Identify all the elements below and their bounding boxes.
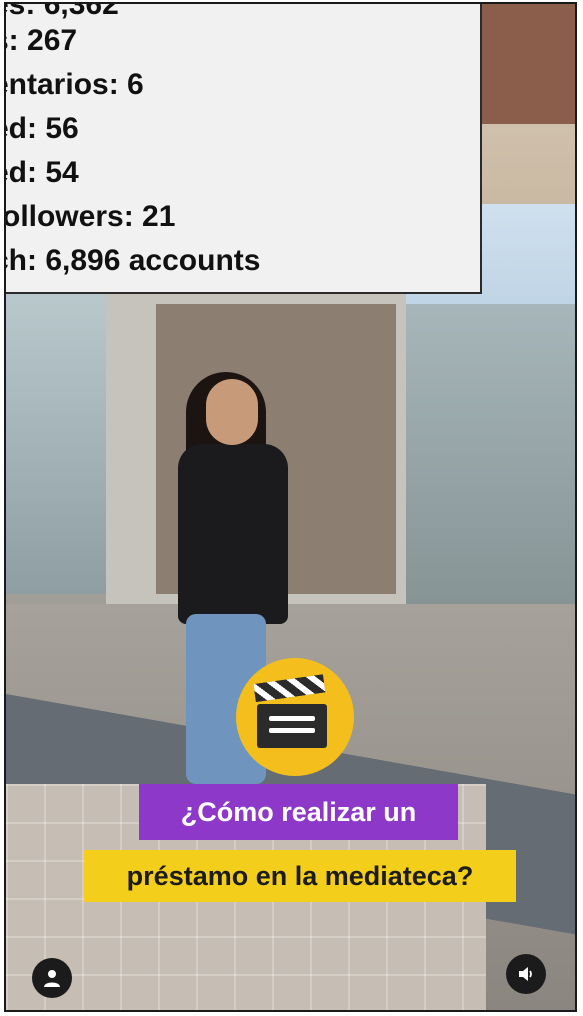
stat-saved: ed: 56 [6,112,79,145]
stat-reposted: ed: 54 [6,156,79,189]
clapperboard-body [257,704,327,748]
clapperboard-stripe [269,728,315,733]
glass-wall-left [6,294,106,594]
stat-comments: entarios: 6 [4,68,144,101]
stat-new-followers: followers: 21 [4,200,176,233]
person-jacket [178,444,288,624]
sound-button[interactable] [506,954,546,994]
stat-reach: ch: 6,896 accounts [4,244,261,277]
caption-line-1: ¿Cómo realizar un [139,784,458,840]
building-canopy [476,4,575,124]
stats-overlay: es: 6,362 s: 267 entarios: 6 ed: 56 ed: … [4,2,482,294]
caption-line-2: préstamo en la mediateca? [84,850,516,902]
volume-icon [519,967,532,981]
person-face [206,379,258,445]
profile-button[interactable] [32,958,72,998]
user-icon [44,970,60,987]
reel-video-frame[interactable]: ¿Cómo realizar un préstamo en la mediate… [4,2,577,1012]
stat-shares: s: 267 [6,24,78,57]
clapperboard-stripe [269,716,315,721]
stat-likes: es: 6,362 [4,2,119,21]
